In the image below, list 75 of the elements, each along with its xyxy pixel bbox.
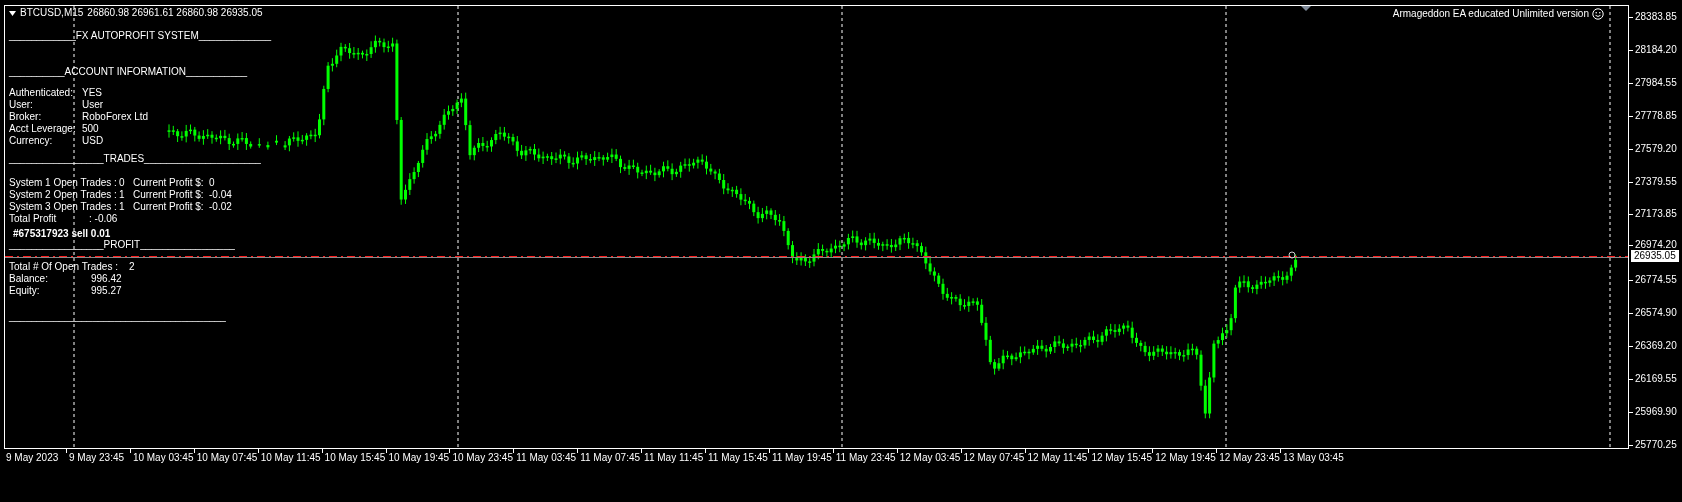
summary-label: Total # Of Open Trades :: [9, 261, 118, 273]
summary-value: 2: [129, 261, 135, 273]
time-label: 11 May 19:45: [771, 452, 832, 463]
time-label: 11 May 15:45: [708, 452, 768, 463]
price-label: 26774.55: [1635, 274, 1677, 287]
system-label: System 2 Open Trades :: [9, 189, 117, 201]
system-label: System 3 Open Trades :: [9, 201, 117, 213]
price-label: 27579.20: [1635, 142, 1677, 155]
summary-value: 995.27: [91, 285, 122, 297]
profit-value: 0: [209, 177, 215, 189]
time-label: 11 May 23:45: [835, 452, 896, 463]
summary-label: Balance:: [9, 273, 48, 285]
price-label: 27778.85: [1635, 109, 1677, 122]
price-label: 27173.85: [1635, 208, 1677, 221]
time-label: 11 May 11:45: [644, 452, 704, 463]
time-label: 10 May 07:45: [196, 452, 258, 463]
info-value: USD: [82, 135, 104, 147]
time-label: 10 May 23:45: [452, 452, 513, 463]
trade-count: 0: [119, 177, 125, 189]
info-label: Currency:: [9, 135, 53, 147]
time-label: 9 May 2023: [6, 452, 59, 463]
summary-value: 996.42: [91, 273, 122, 285]
info-label: Authenticated:: [9, 87, 73, 99]
info-value: RoboForex Ltd: [82, 111, 149, 123]
time-label: 12 May 07:45: [963, 452, 1025, 463]
chart-symbol: BTCUSD,M15: [20, 7, 84, 19]
info-label: User:: [9, 99, 33, 111]
time-label: 10 May 11:45: [260, 452, 321, 463]
price-label: 28184.20: [1635, 43, 1677, 56]
total-profit-value: : -0.06: [89, 213, 118, 225]
price-label: 25770.25: [1635, 438, 1677, 451]
summary-label: Equity:: [9, 285, 40, 297]
price-label: 27379.55: [1635, 175, 1677, 188]
profit-value: -0.04: [209, 189, 232, 201]
section-heading: _________________TRADES_____________________: [9, 153, 262, 165]
time-label: 12 May 15:45: [1091, 452, 1152, 463]
profit-label: Current Profit $:: [133, 177, 204, 189]
time-label: 11 May 03:45: [516, 452, 577, 463]
trade-count: 1: [119, 201, 125, 213]
price-label: 26369.20: [1635, 340, 1677, 352]
info-label: Broker:: [9, 111, 42, 123]
profit-label: Current Profit $:: [133, 201, 204, 213]
profit-label: Current Profit $:: [133, 189, 204, 201]
time-label: 11 May 07:45: [580, 452, 641, 463]
time-label: 12 May 03:45: [899, 452, 961, 463]
price-label: 26169.55: [1635, 372, 1677, 385]
price-label: 26574.90: [1635, 307, 1677, 320]
ohlc-values: 26860.98 26961.61 26860.98 26935.05: [87, 7, 263, 19]
price-label: 27984.55: [1635, 76, 1677, 89]
time-label: 9 May 23:45: [69, 452, 125, 463]
current-price-label: 26935.05: [1631, 250, 1679, 262]
section-heading: __________ACCOUNT INFORMATION___________: [9, 66, 249, 78]
time-label: 13 May 03:45: [1283, 452, 1344, 463]
price-label: 26974.20: [1635, 239, 1677, 251]
time-label: 12 May 23:45: [1219, 452, 1280, 463]
price-label: 25969.90: [1635, 405, 1677, 418]
trade-label: #675317923 sell 0.01: [13, 228, 111, 239]
time-label: 10 May 03:45: [132, 452, 194, 463]
profit-value: -0.02: [209, 201, 232, 213]
info-value: YES: [82, 87, 102, 99]
time-label: 12 May 11:45: [1027, 452, 1088, 463]
info-value: User: [82, 99, 104, 111]
section-heading: _________________PROFIT_________________: [9, 239, 236, 251]
price-label: 28383.85: [1635, 11, 1677, 23]
info-label: Acct Leverage:: [9, 123, 76, 135]
trade-count: 1: [119, 189, 125, 201]
expert-name: Armageddon EA educated Unlimited version: [1392, 8, 1589, 20]
system-label: System 1 Open Trades :: [9, 177, 117, 189]
time-label: 10 May 19:45: [388, 452, 450, 463]
time-label: 12 May 19:45: [1155, 452, 1216, 463]
total-profit-label: Total Profit: [9, 213, 57, 225]
panel-title: ____________FX AUTOPROFIT SYSTEM_____________: [9, 30, 272, 42]
info-value: 500: [82, 123, 99, 135]
footer-rule: _______________________________________: [9, 311, 227, 323]
time-label: 10 May 15:45: [324, 452, 386, 463]
